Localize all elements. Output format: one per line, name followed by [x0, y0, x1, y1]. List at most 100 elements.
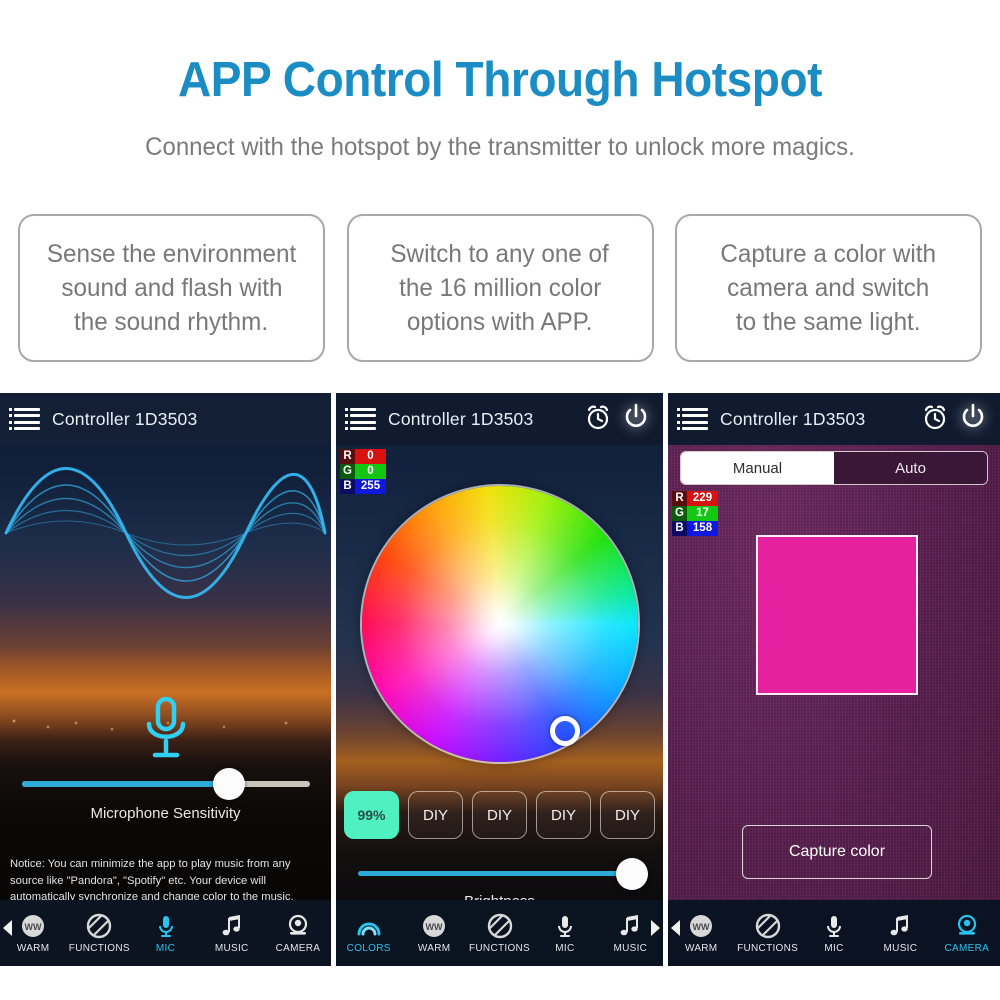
rgb-readout-camera: R 229 G 17 B 158	[672, 491, 718, 536]
nav-item-functions[interactable]: FUNCTIONS	[467, 913, 532, 954]
app-header-camera: Controller 1D3503	[668, 393, 1000, 445]
rgb-row-green: G 17	[672, 506, 718, 521]
rgb-key: G	[340, 464, 355, 479]
camera-icon	[957, 914, 976, 935]
nav-item-mic[interactable]: MIC	[801, 913, 867, 954]
app-screen-camera: Controller 1D3503 Manual Auto R 229 G 17…	[668, 393, 1000, 966]
svg-text:WW: WW	[693, 922, 710, 932]
slider-fill	[22, 781, 230, 787]
nav-item-music[interactable]: MUSIC	[199, 913, 265, 954]
alarm-clock-icon[interactable]	[920, 402, 950, 437]
svg-text:WW: WW	[426, 922, 443, 932]
slider-knob[interactable]	[615, 857, 648, 890]
feature-line: options with APP.	[407, 308, 593, 336]
left-arrow-icon[interactable]	[671, 920, 680, 936]
app-header-colors: Controller 1D3503	[336, 393, 663, 445]
nav-item-functions[interactable]: FUNCTIONS	[66, 913, 132, 954]
nav-label: FUNCTIONS	[469, 942, 531, 954]
nav-label: CAMERA	[275, 942, 321, 954]
tab-manual[interactable]: Manual	[681, 452, 834, 484]
power-icon[interactable]	[621, 402, 655, 437]
rgb-key: B	[340, 479, 355, 494]
rgb-value: 255	[360, 480, 381, 492]
feature-line: camera and switch	[727, 274, 930, 302]
feature-line: Sense the environment	[46, 240, 297, 268]
nav-label: MUSIC	[214, 942, 249, 954]
nav-item-camera[interactable]: CAMERA	[934, 913, 1000, 954]
rgb-key: B	[672, 521, 687, 536]
list-icon[interactable]	[677, 408, 708, 430]
app-screen-mic: Controller 1D3503 Microphone Sensitivity…	[0, 393, 331, 966]
nav-item-music[interactable]: MUSIC	[867, 913, 933, 954]
alarm-clock-icon[interactable]	[583, 402, 613, 437]
feature-line: to the same light.	[736, 308, 921, 336]
nav-label: WARM	[684, 942, 718, 954]
music-note-icon	[620, 914, 639, 935]
rgb-row-blue: B 255	[340, 479, 386, 494]
preset-button-row: 99% DIY DIY DIY DIY	[344, 791, 655, 839]
bottom-nav-mic: WW WARM FUNCTIONS MIC MUSIC CAMERA	[0, 900, 331, 966]
list-icon[interactable]	[345, 408, 376, 430]
camera-icon	[288, 914, 307, 935]
page-subtitle: Connect with the hotspot by the transmit…	[145, 133, 855, 161]
list-icon[interactable]	[9, 408, 40, 430]
preset-button-diy[interactable]: DIY	[472, 791, 527, 839]
brightness-slider[interactable]	[358, 857, 648, 890]
feature-line: Capture a color with	[720, 240, 937, 268]
nav-item-colors[interactable]: COLORS	[336, 913, 401, 954]
microphone-sensitivity-slider[interactable]	[22, 768, 310, 800]
preset-button-diy[interactable]: DIY	[536, 791, 591, 839]
microphone-icon	[557, 915, 572, 937]
nav-item-mic[interactable]: MIC	[532, 913, 597, 954]
nav-label: MIC	[155, 942, 176, 954]
nav-label: MIC	[555, 942, 575, 954]
microphone-icon	[827, 915, 842, 937]
color-wheel-selector[interactable]	[550, 716, 580, 746]
nav-item-functions[interactable]: FUNCTIONS	[734, 913, 800, 954]
tab-auto[interactable]: Auto	[834, 452, 987, 484]
feature-line: the 16 million color	[398, 274, 602, 302]
nav-label: MIC	[824, 942, 844, 954]
rgb-row-green: G 0	[340, 464, 386, 479]
feature-line: sound and flash with	[60, 274, 283, 302]
captured-color-swatch	[756, 535, 918, 695]
warm-ww-icon: WW	[423, 914, 446, 937]
preset-button-brightness[interactable]: 99%	[344, 791, 399, 839]
color-wheel[interactable]	[361, 486, 638, 762]
nav-item-mic[interactable]: MIC	[132, 913, 198, 954]
nav-label: MUSIC	[883, 942, 918, 954]
nav-label: FUNCTIONS	[68, 942, 130, 954]
rgb-row-red: R 0	[340, 449, 386, 464]
left-arrow-icon[interactable]	[3, 920, 12, 936]
nav-item-warm[interactable]: WW WARM	[401, 913, 466, 954]
power-icon[interactable]	[958, 402, 992, 437]
warm-ww-icon: WW	[690, 914, 713, 937]
rgb-readout-colors: R 0 G 0 B 255	[340, 449, 386, 494]
preset-button-diy[interactable]: DIY	[408, 791, 463, 839]
nav-label: FUNCTIONS	[737, 942, 799, 954]
slider-track	[358, 871, 646, 876]
nav-label: WARM	[16, 942, 50, 954]
feature-line: the sound rhythm.	[74, 308, 269, 336]
rgb-row-red: R 229	[672, 491, 718, 506]
mic-notice-text: Notice: You can minimize the app to play…	[10, 858, 294, 904]
functions-icon	[487, 913, 512, 938]
right-arrow-icon[interactable]	[651, 920, 660, 936]
rgb-row-blue: B 158	[672, 521, 718, 536]
rgb-value: 229	[692, 492, 713, 504]
microphone-icon	[158, 915, 173, 937]
nav-label: WARM	[417, 942, 451, 954]
microphone-sensitivity-label: Microphone Sensitivity	[90, 805, 241, 822]
app-header-mic: Controller 1D3503	[0, 393, 331, 445]
nav-label: CAMERA	[944, 942, 990, 954]
functions-icon	[755, 913, 780, 938]
app-title: Controller 1D3503	[52, 408, 198, 429]
nav-item-camera[interactable]: CAMERA	[265, 913, 331, 954]
capture-color-button[interactable]: Capture color	[742, 825, 932, 879]
promo-page: APP Control Through Hotspot Connect with…	[0, 0, 1000, 1000]
preset-button-diy[interactable]: DIY	[600, 791, 655, 839]
bottom-nav-colors: COLORS WW WARM FUNCTIONS MIC MUSIC	[336, 900, 663, 966]
microphone-icon	[146, 696, 185, 758]
app-screen-colors: Controller 1D3503 R 0 G 0 B 255 99% DIY …	[336, 393, 663, 966]
rgb-value: 0	[367, 450, 374, 462]
